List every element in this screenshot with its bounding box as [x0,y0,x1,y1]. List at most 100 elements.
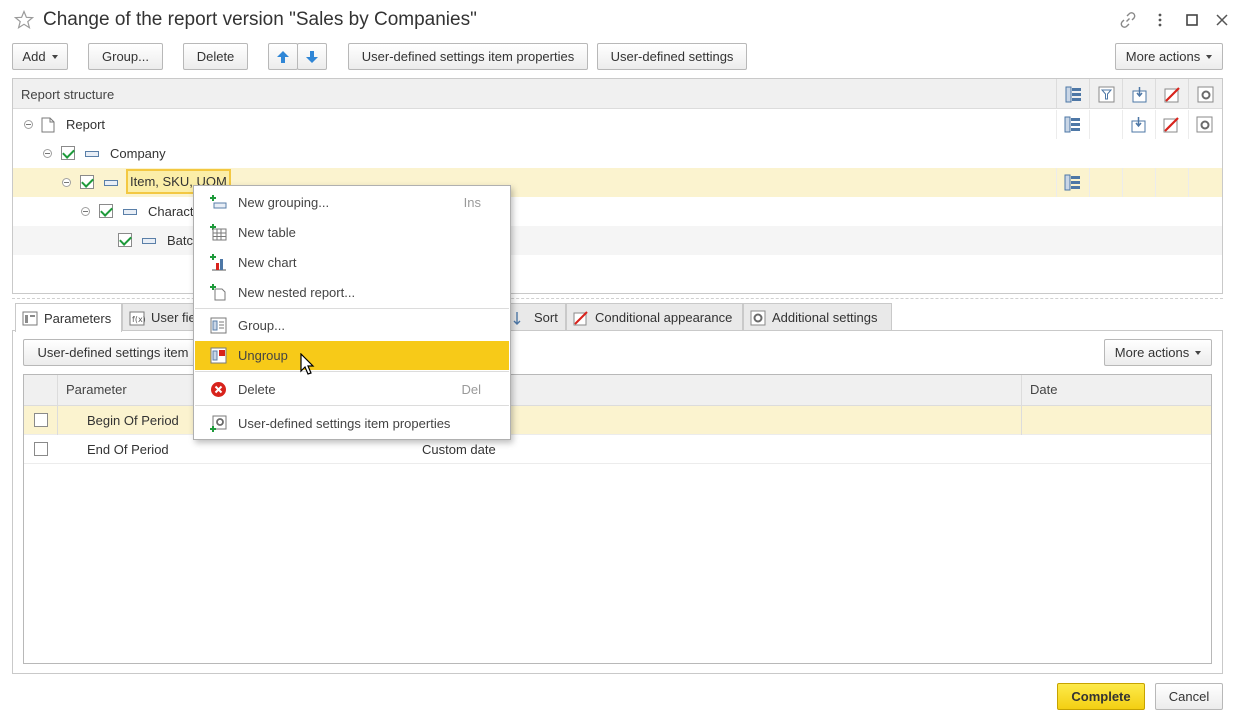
context-menu: New grouping... Ins New table New chart … [193,185,511,440]
maximize-icon[interactable] [1183,11,1201,29]
tab-label: Parameters [44,310,112,326]
grouping-icon [85,151,99,157]
report-structure-title: Report structure [21,87,115,102]
close-icon[interactable] [1213,11,1231,29]
move-up-button[interactable] [268,43,298,70]
group-icon [210,317,227,334]
item-sku-uom-checkbox[interactable] [80,175,94,189]
link-icon[interactable] [1119,11,1137,29]
menu-item-label: Delete [238,382,276,397]
settings-column-icon[interactable] [1188,79,1221,109]
menu-item-delete[interactable]: Delete Del [195,375,509,404]
tab-sort[interactable]: Sort [505,303,566,331]
parameters-more-actions-button[interactable]: More actions [1104,339,1212,366]
tree-row-company[interactable]: Company [13,139,1222,168]
use-checkbox[interactable] [34,442,48,456]
filter-column-icon[interactable] [1089,79,1122,109]
delete-icon [211,382,226,397]
parameter-name: End Of Period [87,442,169,457]
tree-row-label: Batc [167,233,194,248]
groupings-icon [1064,174,1080,191]
column-header-date[interactable]: Date [1030,382,1057,397]
sort-icon [513,311,521,325]
user-fields-icon: f(x) [129,311,145,325]
tab-conditional-appearance[interactable]: Conditional appearance [566,303,743,331]
conditional-appearance-icon [573,310,588,325]
cancel-button[interactable]: Cancel [1155,683,1223,710]
selected-fields-icon [1132,86,1146,102]
delete-button[interactable]: Delete [183,43,248,70]
tab-additional-settings[interactable]: Additional settings [743,303,892,331]
collapse-icon[interactable] [24,120,33,129]
menu-item-ungroup[interactable]: Ungroup [195,341,509,370]
menu-item-item-properties[interactable]: User-defined settings item properties [195,409,509,438]
menu-item-new-grouping[interactable]: New grouping... Ins [195,188,509,217]
additional-settings-icon [750,310,766,325]
menu-item-shortcut: Del [461,382,481,397]
tab-label: Conditional appearance [595,310,733,325]
column-header-parameter[interactable]: Parameter [66,382,127,397]
selected-fields-icon [1131,117,1146,133]
more-actions-button[interactable]: More actions [1115,43,1223,70]
menu-item-new-nested-report[interactable]: New nested report... [195,278,509,307]
mouse-cursor-icon [300,353,315,375]
chevron-down-icon [1206,54,1213,59]
grouping-icon [123,209,137,215]
menu-separator [195,308,509,309]
user-defined-settings-button[interactable]: User-defined settings [597,43,747,70]
collapse-icon[interactable] [81,207,90,216]
conditional-appearance-column-icon[interactable] [1155,79,1188,109]
menu-item-group[interactable]: Group... [195,311,509,340]
batch-checkbox[interactable] [118,233,132,247]
conditional-appearance-icon [1164,86,1180,102]
arrow-up-icon [277,50,289,63]
characteristic-checkbox[interactable] [99,204,113,218]
new-chart-icon [210,254,226,271]
conditional-appearance-icon [1163,117,1179,133]
arrow-down-icon [306,50,318,63]
tab-label: Sort [534,310,558,325]
new-nested-report-icon [210,284,226,301]
move-down-button[interactable] [297,43,327,70]
use-checkbox[interactable] [34,413,48,427]
grouping-icon [142,238,156,244]
menu-item-new-chart[interactable]: New chart [195,248,509,277]
settings-icon [1196,116,1213,133]
groupings-icon [1064,116,1080,133]
menu-item-label: New chart [238,255,297,270]
menu-item-label: New nested report... [238,285,356,300]
company-checkbox[interactable] [61,146,75,160]
group-button[interactable]: Group... [88,43,163,70]
report-structure-header: Report structure [13,79,1222,109]
parameter-value[interactable]: Custom date [422,442,496,457]
new-grouping-icon [210,195,227,209]
tree-row-label: Charact [148,204,194,219]
menu-item-label: User-defined settings item properties [238,416,451,431]
menu-item-shortcut: Ins [463,195,481,210]
menu-item-label: Ungroup [238,348,288,363]
tab-parameters[interactable]: Parameters [15,303,122,332]
menu-item-label: New grouping... [238,195,330,210]
favorite-star-icon[interactable] [14,10,34,30]
collapse-icon[interactable] [43,149,52,158]
tab-label: Additional settings [772,310,878,325]
item-properties-button[interactable]: User-defined settings item properties [348,43,588,70]
complete-button[interactable]: Complete [1057,683,1145,710]
tree-row-report[interactable]: Report [13,110,1222,139]
menu-item-label: New table [238,225,296,240]
user-defined-settings-item-button[interactable]: User-defined settings item [23,339,203,366]
groupings-column-icon[interactable] [1056,79,1089,109]
report-document-icon [41,117,55,133]
grouping-icon [104,180,118,186]
more-actions-label: More actions [1125,49,1201,64]
selected-fields-column-icon[interactable] [1122,79,1155,109]
add-button[interactable]: Add [12,43,68,70]
filter-icon [1098,86,1114,102]
chevron-down-icon [1195,350,1202,355]
menu-item-new-table[interactable]: New table [195,218,509,247]
svg-text:f(x): f(x) [132,315,145,324]
collapse-icon[interactable] [62,178,71,187]
kebab-menu-icon[interactable] [1151,11,1169,29]
menu-separator [195,371,509,372]
tree-row-label: Company [110,146,166,161]
